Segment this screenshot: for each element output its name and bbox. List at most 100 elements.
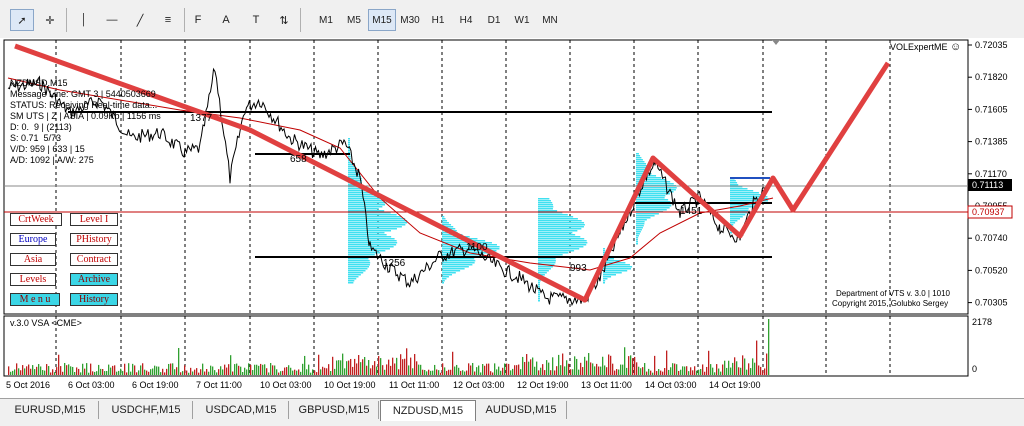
- horizontal-line-icon[interactable]: —: [100, 9, 124, 31]
- volume-bar: [78, 368, 80, 375]
- volume-bar: [436, 369, 438, 375]
- volume-profile-bar: [636, 161, 645, 163]
- volume-profile-bar: [348, 144, 350, 146]
- info-line: V/D: 959 | 633 | 15: [10, 144, 85, 154]
- panel-button-archive[interactable]: Archive: [70, 273, 118, 286]
- info-line: Message Line: GMT 3 | 5440503669: [10, 89, 156, 99]
- crosshair-icon[interactable]: ✛: [38, 9, 62, 31]
- volume-bar: [342, 353, 344, 375]
- volume-bar: [148, 371, 150, 375]
- volume-bar: [428, 369, 430, 375]
- volume-bar: [458, 367, 460, 375]
- volume-bar: [500, 370, 502, 375]
- timeframe-m1[interactable]: M1: [312, 9, 340, 31]
- volume-bar: [92, 371, 94, 375]
- timeframe-w1[interactable]: W1: [508, 9, 536, 31]
- text-icon[interactable]: A: [214, 9, 238, 31]
- volume-bar: [274, 365, 276, 375]
- panel-button-menu[interactable]: M e n u: [10, 293, 60, 306]
- volume-bar: [48, 366, 50, 375]
- volume-bar: [198, 372, 200, 375]
- volume-bar: [152, 368, 154, 375]
- timeframe-mn[interactable]: MN: [536, 9, 564, 31]
- text-label-icon[interactable]: T: [244, 9, 268, 31]
- volume-bar: [74, 371, 76, 375]
- timeframe-h1[interactable]: H1: [424, 9, 452, 31]
- panel-button-asia[interactable]: Asia: [10, 253, 56, 266]
- volume-bar: [658, 369, 660, 375]
- volume-profile-bar: [730, 188, 748, 190]
- volume-bar: [400, 354, 402, 375]
- timeframe-d1[interactable]: D1: [480, 9, 508, 31]
- volume-bar: [518, 364, 520, 375]
- level-volume-label: 1256: [383, 258, 406, 269]
- volume-profile-bar: [603, 268, 632, 270]
- equidistant-channel-icon[interactable]: ≡: [156, 9, 180, 31]
- timeframe-m15[interactable]: M15: [368, 9, 396, 31]
- fibonacci-icon[interactable]: F: [186, 9, 210, 31]
- volume-bar: [474, 371, 476, 375]
- volume-bar: [700, 368, 702, 375]
- timeframe-h4[interactable]: H4: [452, 9, 480, 31]
- volume-profile-bar: [538, 230, 578, 232]
- volume-profile-bar: [636, 225, 644, 227]
- volume-profile-bar: [538, 298, 540, 300]
- tab-usdcad[interactable]: USDCAD,M15: [194, 401, 289, 419]
- volume-bar: [220, 366, 222, 375]
- volume-bar: [682, 366, 684, 375]
- volume-profile-bar: [348, 216, 402, 218]
- volume-bar: [350, 358, 352, 375]
- volume-profile-bar: [442, 268, 465, 270]
- smiley-icon: ☺: [950, 41, 961, 53]
- tab-gbpusd[interactable]: GBPUSD,M15: [290, 401, 379, 419]
- tab-audusd[interactable]: AUDUSD,M15: [476, 401, 567, 419]
- volume-bar: [196, 368, 198, 375]
- volume-bar: [626, 367, 628, 375]
- volume-bar: [442, 363, 444, 375]
- volume-bar: [546, 360, 548, 375]
- cursor-arrow-icon[interactable]: ➚: [10, 9, 34, 31]
- time-tick-label: 10 Oct 03:00: [260, 380, 312, 390]
- trendline-icon[interactable]: ╱: [128, 9, 152, 31]
- arrows-icon[interactable]: ⇅: [272, 9, 296, 31]
- volume-bar: [542, 364, 544, 375]
- volume-bar: [354, 358, 356, 375]
- volume-bar: [532, 357, 534, 375]
- chart-window[interactable]: 1377 658 1256 1100 993 1451 0.72035 0.71820 0.7…: [0, 38, 1024, 398]
- tab-eurusd[interactable]: EURUSD,M15: [2, 401, 99, 419]
- volume-bar: [396, 357, 398, 375]
- timeframe-m5[interactable]: M5: [340, 9, 368, 31]
- volume-profile-bar: [538, 244, 587, 246]
- price-tick-label: 0.71605: [975, 104, 1008, 114]
- panel-button-leveli[interactable]: Level I: [70, 213, 118, 226]
- volume-bar: [502, 367, 504, 375]
- red-price-label: 0.70937: [972, 207, 1005, 217]
- volume-profile-bar: [442, 274, 453, 276]
- vol-axis-bottom: 0: [972, 364, 977, 374]
- panel-button-crtweek[interactable]: CrtWeek: [10, 213, 62, 226]
- panel-button-europe[interactable]: Europe: [10, 233, 56, 246]
- volume-bar: [608, 354, 610, 375]
- volume-profile-bar: [636, 193, 670, 195]
- chart-shift-icon[interactable]: [772, 40, 780, 45]
- panel-button-contract[interactable]: Contract: [70, 253, 118, 266]
- volume-profile-bar: [636, 197, 665, 199]
- volume-profile-bar: [538, 300, 540, 302]
- tab-nzdusd[interactable]: NZDUSD,M15: [380, 400, 476, 421]
- panel-button-history[interactable]: History: [70, 293, 118, 306]
- volume-bar: [690, 367, 692, 375]
- volume-bar: [340, 360, 342, 375]
- tab-usdchf[interactable]: USDCHF,M15: [100, 401, 193, 419]
- panel-button-levels[interactable]: Levels: [10, 273, 56, 286]
- volume-profile-bar: [348, 204, 386, 206]
- vertical-line-icon[interactable]: │: [72, 9, 96, 31]
- volume-bar: [718, 368, 720, 375]
- volume-bar: [320, 369, 322, 375]
- volume-bar: [308, 364, 310, 375]
- time-tick-label: 12 Oct 03:00: [453, 380, 505, 390]
- timeframe-m30[interactable]: M30: [396, 9, 424, 31]
- panel-button-phistory[interactable]: PHistory: [70, 233, 118, 246]
- volume-bar: [552, 357, 554, 375]
- volume-bar: [760, 366, 762, 375]
- volume-bar: [492, 372, 494, 375]
